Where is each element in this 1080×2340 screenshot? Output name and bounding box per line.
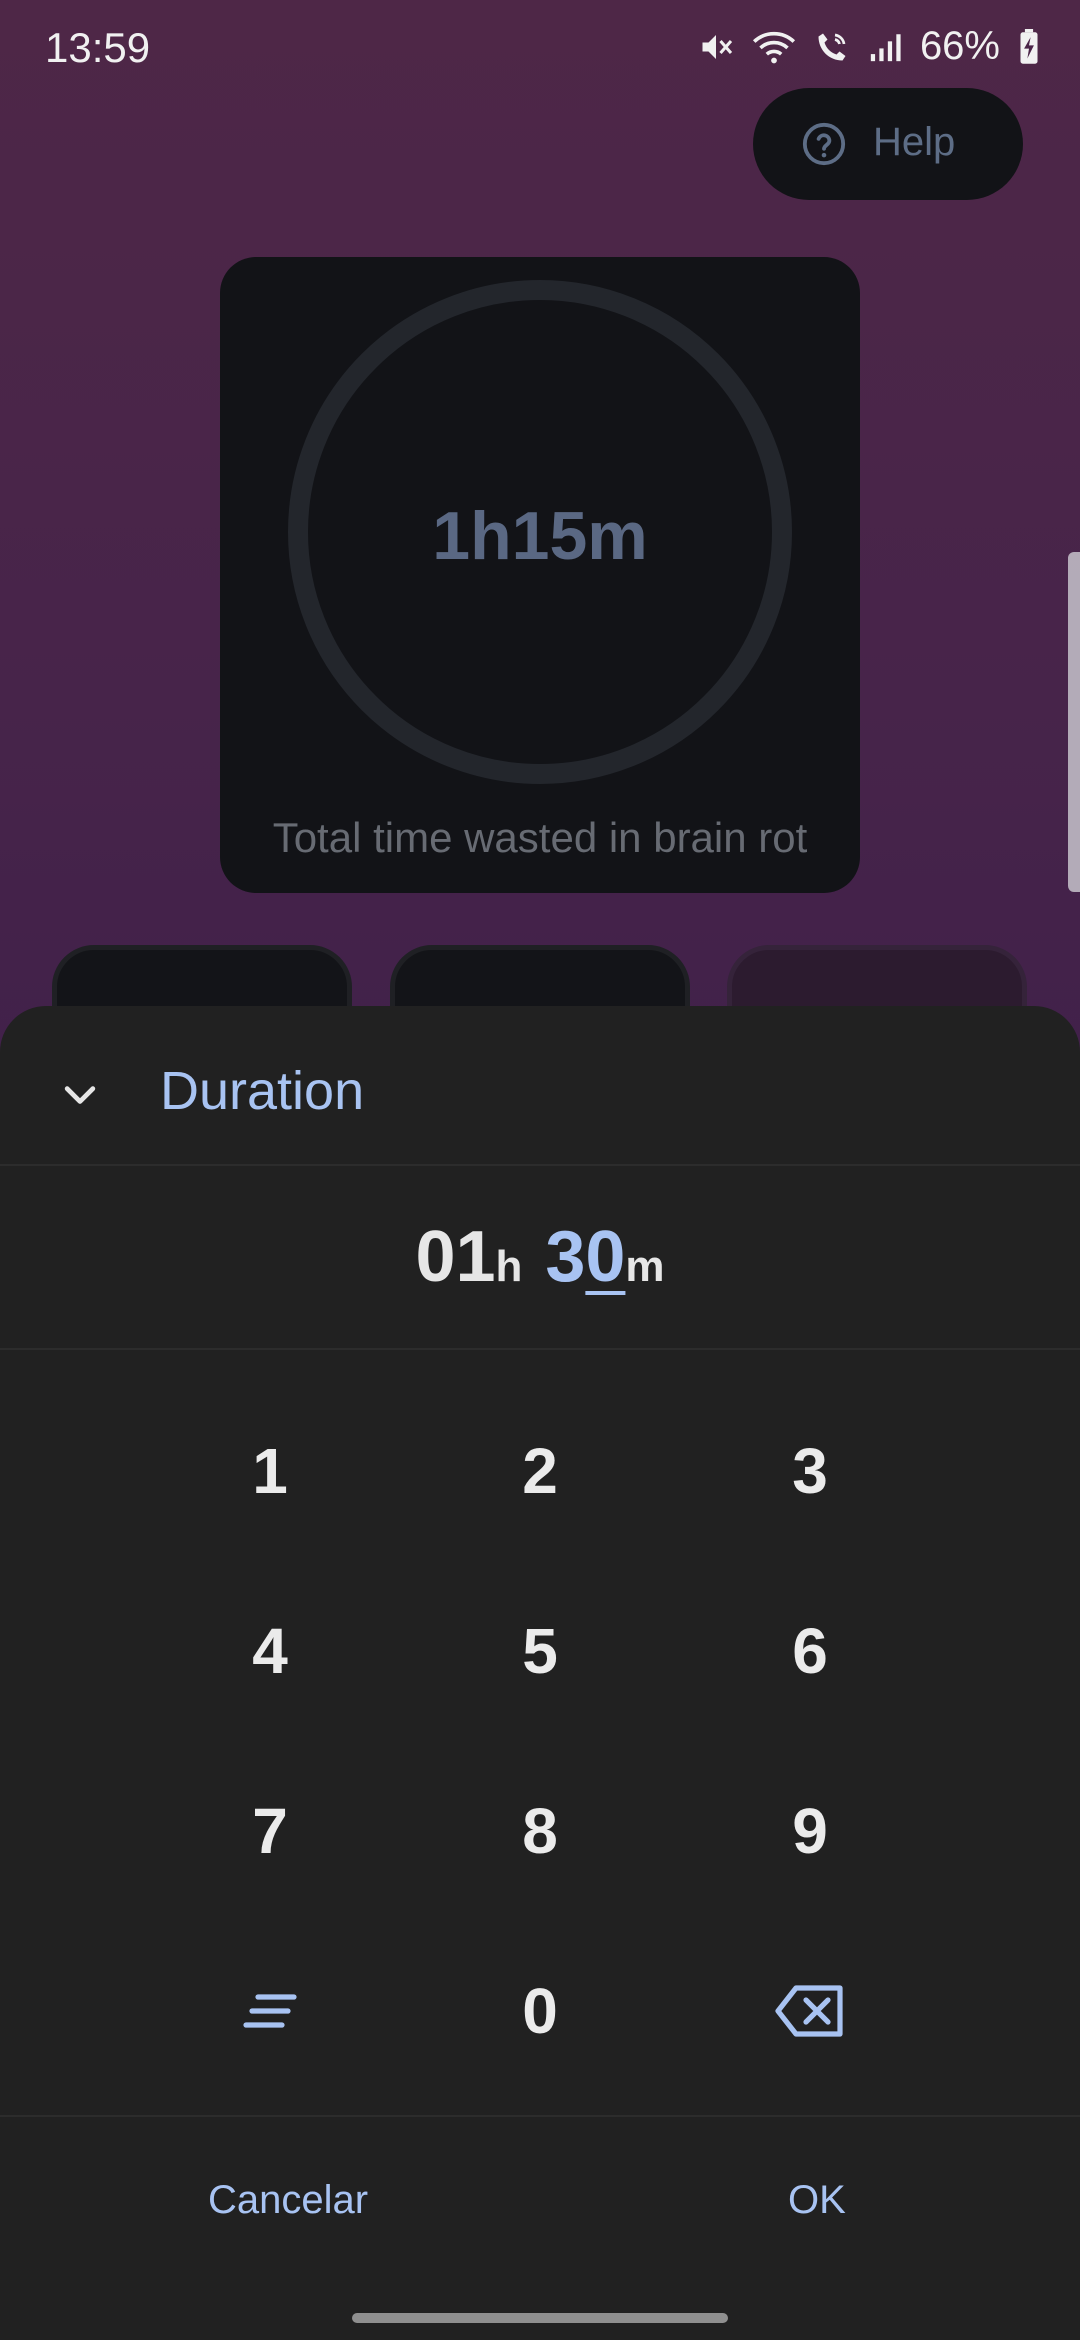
home-indicator[interactable] [352, 2313, 728, 2323]
total-time-card: 1h15m Total time wasted in brain rot [220, 257, 860, 893]
battery-charging-icon [1018, 28, 1040, 65]
status-icons: 66% [698, 24, 1040, 69]
key-0[interactable]: 0 [440, 1936, 640, 2086]
wifi-calling-icon [814, 29, 850, 65]
minutes-unit: m [625, 1242, 665, 1291]
chevron-down-icon[interactable] [58, 1074, 102, 1118]
key-8[interactable]: 8 [440, 1756, 640, 1906]
key-1[interactable]: 1 [170, 1396, 370, 1546]
key-6[interactable]: 6 [710, 1576, 910, 1726]
scroll-indicator [1068, 552, 1080, 892]
text-input-toggle-button[interactable] [170, 1936, 370, 2086]
signal-icon [868, 30, 902, 64]
total-time-value: 1h15m [432, 498, 648, 574]
status-bar: 13:59 66% [0, 0, 1080, 100]
dialog-title: Duration [160, 1061, 365, 1121]
help-button[interactable]: Help [753, 88, 1023, 200]
minutes-cursor-digit: 0 [585, 1217, 626, 1297]
ok-button[interactable]: OK [788, 2178, 846, 2223]
backspace-button[interactable] [710, 1936, 910, 2086]
key-4[interactable]: 4 [170, 1576, 370, 1726]
text-input-icon [240, 1991, 300, 2031]
key-7[interactable]: 7 [170, 1756, 370, 1906]
cancel-button[interactable]: Cancelar [208, 2178, 368, 2223]
help-circle-icon [801, 121, 847, 167]
key-5[interactable]: 5 [440, 1576, 640, 1726]
hours-unit: h [495, 1242, 523, 1291]
backspace-icon [774, 1984, 846, 2038]
key-9[interactable]: 9 [710, 1756, 910, 1906]
battery-percent: 66% [919, 24, 1000, 68]
divider [0, 1164, 1080, 1166]
key-2[interactable]: 2 [440, 1396, 640, 1546]
divider [0, 1348, 1080, 1350]
minutes-value[interactable]: 30 [545, 1217, 625, 1297]
hours-value[interactable]: 01 [415, 1217, 495, 1297]
total-time-caption: Total time wasted in brain rot [272, 814, 808, 861]
minutes-lead-digit: 3 [545, 1217, 586, 1297]
mute-icon [698, 29, 734, 65]
key-3[interactable]: 3 [710, 1396, 910, 1546]
duration-display: 01h 30m [0, 1216, 1080, 1298]
status-time: 13:59 [45, 24, 151, 71]
sheet-header: Duration [0, 1006, 1080, 1164]
duration-picker-sheet: Duration 01h 30m 1 2 3 4 5 6 7 8 9 0 Can… [0, 1006, 1080, 2340]
help-button-label: Help [873, 120, 956, 164]
wifi-icon [752, 29, 796, 65]
divider [0, 2115, 1080, 2117]
